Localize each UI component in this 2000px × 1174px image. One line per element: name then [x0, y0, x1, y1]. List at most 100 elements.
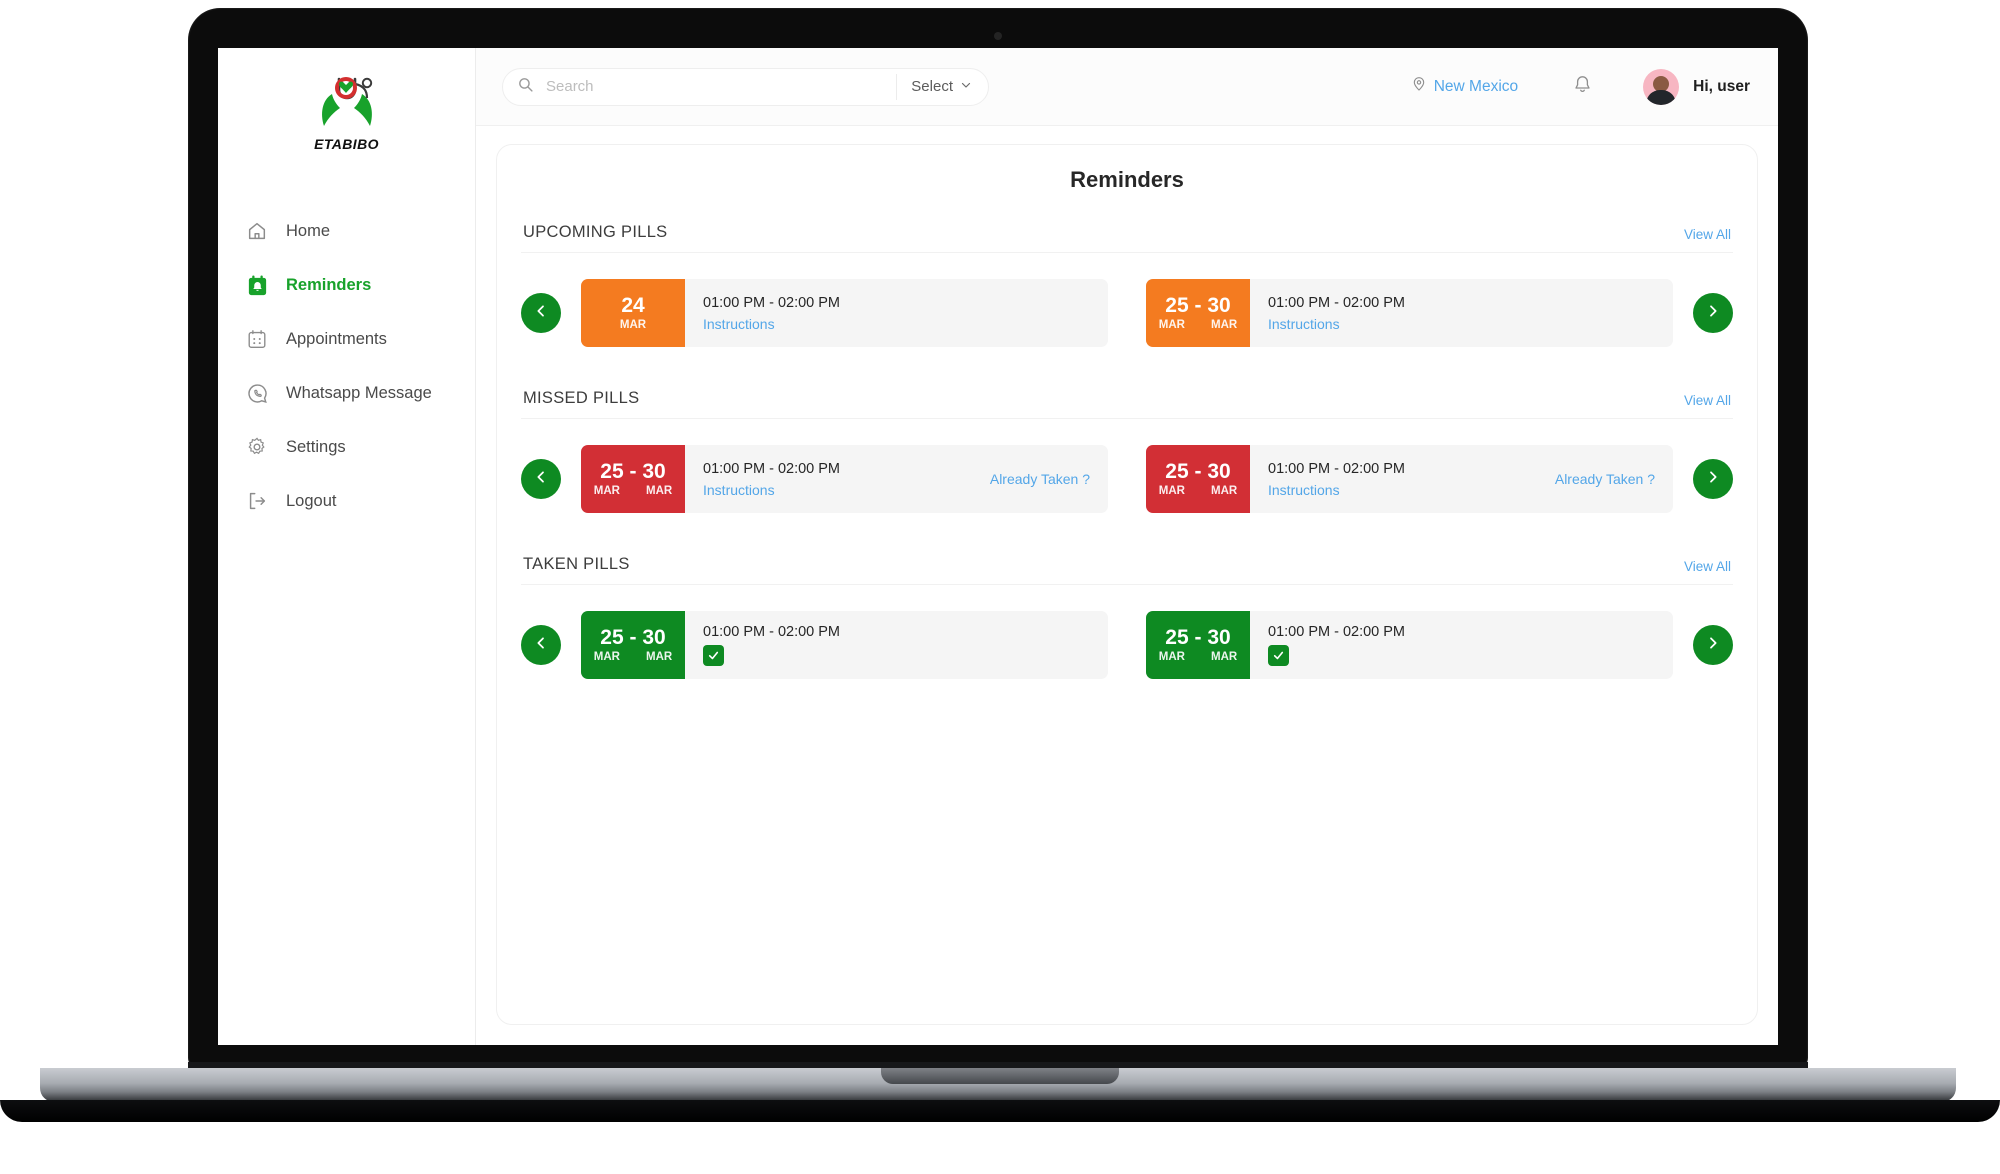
- sidebar: ETABIBO Home Reminders Appointments What…: [218, 48, 476, 1045]
- carousel-next-button[interactable]: [1693, 293, 1733, 333]
- date-range: 25 - 30: [1165, 294, 1231, 318]
- logo-wordmark: ETABIBO: [314, 136, 379, 152]
- carousel-prev-button[interactable]: [521, 293, 561, 333]
- search-scope-select[interactable]: Select: [897, 78, 988, 95]
- month-label: MAR: [1211, 650, 1238, 663]
- instructions-link[interactable]: Instructions: [1268, 482, 1405, 498]
- date-badge: 24 MAR: [581, 279, 685, 347]
- app-logo[interactable]: ETABIBO: [218, 74, 475, 152]
- sidebar-item-label: Home: [286, 221, 331, 240]
- date-range: 25 - 30: [1165, 626, 1231, 650]
- sidebar-item-logout[interactable]: Logout: [218, 474, 475, 528]
- card-list: 25 - 30 MAR MAR 01:00 PM - 02:00 PM Instruct…: [561, 445, 1693, 513]
- etabibo-hands-stethoscope-logo-icon: [321, 77, 372, 126]
- month-labels: MAR MAR: [1159, 485, 1237, 497]
- card-body: 01:00 PM - 02:00 PM Instructions Already T…: [685, 445, 1108, 513]
- sidebar-item-whatsapp-message[interactable]: Whatsapp Message: [218, 366, 475, 420]
- sidebar-item-label: Whatsapp Message: [286, 383, 432, 402]
- section-header: MISSED PILLS View All: [521, 389, 1733, 419]
- section-header: TAKEN PILLS View All: [521, 555, 1733, 585]
- pill-time: 01:00 PM - 02:00 PM: [703, 624, 841, 640]
- month-label: MAR: [1211, 318, 1238, 331]
- carousel-next-button[interactable]: [1693, 459, 1733, 499]
- calendar-icon: [244, 326, 270, 352]
- section-taken: TAKEN PILLS View All 25 - 30 MAR MAR 01:00 PM…: [521, 555, 1733, 709]
- taken-check-icon: [1268, 645, 1289, 666]
- chevron-left-icon: [533, 469, 549, 490]
- instructions-link[interactable]: Instructions: [1268, 316, 1405, 332]
- pill-card[interactable]: 25 - 30 MAR MAR 01:00 PM - 02:00 PM Instruct…: [581, 445, 1108, 513]
- view-all-link[interactable]: View All: [1684, 393, 1731, 408]
- top-bar: Select: [476, 48, 1778, 126]
- already-taken-link[interactable]: Already Taken ?: [1555, 471, 1655, 487]
- content-area: Reminders UPCOMING PILLS View All 24 MAR 01:…: [476, 126, 1778, 1045]
- pill-card[interactable]: 25 - 30 MAR MAR 01:00 PM - 02:00 PM: [581, 611, 1108, 679]
- top-bar-right: New Mexico Hi, user: [1411, 68, 1750, 105]
- location-selector[interactable]: New Mexico: [1411, 76, 1518, 97]
- section-title: TAKEN PILLS: [523, 555, 630, 573]
- sections-root: UPCOMING PILLS View All 24 MAR 01:00 PM - 02…: [521, 223, 1733, 709]
- search-input[interactable]: [534, 78, 897, 95]
- view-all-link[interactable]: View All: [1684, 227, 1731, 242]
- notifications-button[interactable]: [1572, 74, 1593, 100]
- sidebar-item-appointments[interactable]: Appointments: [218, 312, 475, 366]
- main-region: Select: [476, 48, 1778, 1045]
- card-left: 01:00 PM - 02:00 PM: [1268, 624, 1405, 666]
- card-list: 25 - 30 MAR MAR 01:00 PM - 02:00 PM 25 - 30 M…: [561, 611, 1693, 679]
- already-taken-link[interactable]: Already Taken ?: [990, 471, 1090, 487]
- search-bar[interactable]: Select: [502, 67, 989, 106]
- avatar: [1643, 68, 1680, 105]
- pill-time: 01:00 PM - 02:00 PM: [1268, 460, 1406, 477]
- reminders-panel: Reminders UPCOMING PILLS View All 24 MAR 01:…: [496, 144, 1758, 1025]
- carousel-next-button[interactable]: [1693, 625, 1733, 665]
- card-body: 01:00 PM - 02:00 PM: [1250, 611, 1673, 679]
- date-range: 25 - 30: [600, 626, 666, 650]
- section-title: UPCOMING PILLS: [523, 223, 668, 241]
- laptop-base-notch: [881, 1068, 1119, 1084]
- date-badge: 25 - 30 MAR MAR: [1146, 445, 1250, 513]
- month-label: MAR: [1158, 318, 1185, 331]
- instructions-link[interactable]: Instructions: [703, 316, 840, 332]
- laptop-screen: ETABIBO Home Reminders Appointments What…: [218, 48, 1778, 1045]
- taken-check-icon: [703, 645, 724, 666]
- carousel-row: 25 - 30 MAR MAR 01:00 PM - 02:00 PM Instruct…: [521, 419, 1733, 543]
- carousel-row: 25 - 30 MAR MAR 01:00 PM - 02:00 PM 25 - 30 M…: [521, 585, 1733, 709]
- carousel-prev-button[interactable]: [521, 625, 561, 665]
- date-badge: 25 - 30 MAR MAR: [581, 445, 685, 513]
- search-icon: [517, 76, 534, 98]
- sidebar-item-label: Logout: [286, 491, 337, 510]
- month-label: MAR: [593, 650, 620, 663]
- whatsapp-icon: [244, 380, 270, 406]
- pill-time: 01:00 PM - 02:00 PM: [1268, 294, 1406, 311]
- laptop-camera-icon: [994, 32, 1002, 40]
- pill-card[interactable]: 25 - 30 MAR MAR 01:00 PM - 02:00 PM: [1146, 611, 1673, 679]
- location-label: New Mexico: [1433, 77, 1519, 95]
- pill-time: 01:00 PM - 02:00 PM: [1268, 624, 1406, 640]
- select-label: Select: [911, 78, 953, 95]
- card-right: Already Taken ?: [1555, 471, 1655, 487]
- card-body: 01:00 PM - 02:00 PM: [685, 611, 1108, 679]
- sidebar-item-reminders[interactable]: Reminders: [218, 258, 475, 312]
- card-left: 01:00 PM - 02:00 PM Instructions: [1268, 461, 1405, 498]
- sidebar-item-label: Reminders: [286, 275, 372, 294]
- card-left: 01:00 PM - 02:00 PM Instructions: [703, 461, 840, 498]
- month-labels: MAR MAR: [1159, 651, 1237, 663]
- pill-card[interactable]: 24 MAR 01:00 PM - 02:00 PM Instructions: [581, 279, 1108, 347]
- instructions-link[interactable]: Instructions: [703, 482, 840, 498]
- card-list: 24 MAR 01:00 PM - 02:00 PM Instructions 25 -…: [561, 279, 1693, 347]
- month-labels: MAR MAR: [1159, 319, 1237, 331]
- pill-card[interactable]: 25 - 30 MAR MAR 01:00 PM - 02:00 PM Instruct…: [1146, 279, 1673, 347]
- date-range: 25 - 30: [600, 460, 666, 484]
- chevron-right-icon: [1705, 303, 1721, 324]
- carousel-prev-button[interactable]: [521, 459, 561, 499]
- card-left: 01:00 PM - 02:00 PM Instructions: [1268, 295, 1405, 332]
- sidebar-item-settings[interactable]: Settings: [218, 420, 475, 474]
- sidebar-item-label: Appointments: [286, 329, 387, 348]
- view-all-link[interactable]: View All: [1684, 559, 1731, 574]
- section-missed: MISSED PILLS View All 25 - 30 MAR MAR 01:00 P…: [521, 389, 1733, 543]
- sidebar-item-home[interactable]: Home: [218, 204, 475, 258]
- user-menu[interactable]: Hi, user: [1643, 68, 1750, 105]
- section-title: MISSED PILLS: [523, 389, 640, 407]
- pill-card[interactable]: 25 - 30 MAR MAR 01:00 PM - 02:00 PM Instruct…: [1146, 445, 1673, 513]
- date-badge: 25 - 30 MAR MAR: [1146, 279, 1250, 347]
